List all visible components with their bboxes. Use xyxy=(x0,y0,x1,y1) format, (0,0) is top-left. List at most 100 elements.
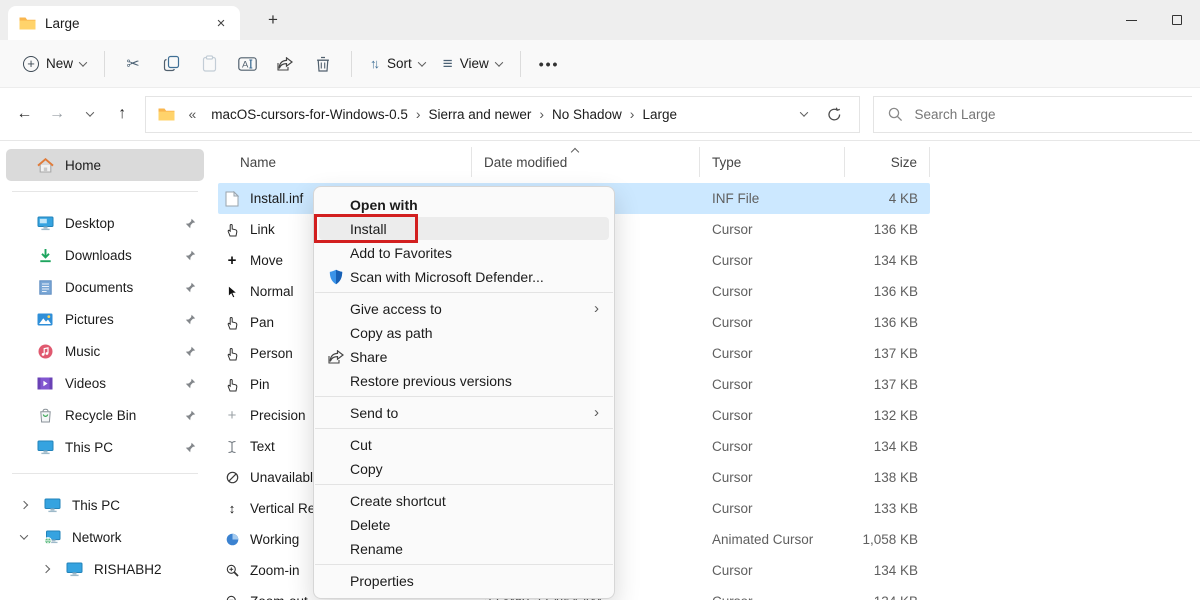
sidebar-item-downloads[interactable]: Downloads xyxy=(6,239,204,271)
refresh-icon[interactable] xyxy=(825,107,843,122)
hand-cursor-icon xyxy=(223,347,241,361)
cut-button[interactable]: ✂ xyxy=(114,48,152,80)
menu-item-restore-previous-versions[interactable]: Restore previous versions xyxy=(319,369,609,392)
minimize-button[interactable] xyxy=(1108,0,1154,40)
column-header-name[interactable]: Name xyxy=(218,147,472,177)
up-button[interactable]: ↑ xyxy=(106,98,139,131)
forward-button[interactable]: → xyxy=(41,98,74,131)
menu-item-label: Open with xyxy=(350,197,418,213)
file-name: Person xyxy=(250,346,293,361)
breadcrumb-item-large[interactable]: Large xyxy=(640,104,679,125)
search-box[interactable]: Search Large xyxy=(873,96,1192,133)
sidebar-item-home[interactable]: Home xyxy=(6,149,204,181)
sidebar-item-documents[interactable]: Documents xyxy=(6,271,204,303)
column-header-type[interactable]: Type xyxy=(700,147,845,177)
menu-item-properties[interactable]: Properties xyxy=(319,569,609,592)
sidebar-item-rishabh2[interactable]: RISHABH2 xyxy=(6,553,204,585)
see-more-button[interactable]: ••• xyxy=(530,50,569,78)
sidebar-item-videos[interactable]: Videos xyxy=(6,367,204,399)
file-type-cell: Cursor xyxy=(700,377,845,392)
zoom-out-cursor-icon xyxy=(223,595,241,600)
sidebar-item-desktop[interactable]: Desktop xyxy=(6,207,204,239)
file-type-cell: Cursor xyxy=(700,284,845,299)
sidebar-item-network[interactable]: Network xyxy=(6,521,204,553)
menu-item-delete[interactable]: Delete xyxy=(319,513,609,536)
breadcrumb-item-no-shadow[interactable]: No Shadow xyxy=(550,104,624,125)
menu-item-share[interactable]: Share xyxy=(319,345,609,368)
breadcrumb-item-macos-cursors-for-windows-0-5[interactable]: macOS-cursors-for-Windows-0.5 xyxy=(209,104,410,125)
working-cursor-icon xyxy=(223,533,241,546)
menu-item-give-access-to[interactable]: Give access to› xyxy=(319,297,609,320)
view-button-label: View xyxy=(460,56,489,71)
new-icon: + xyxy=(23,56,39,72)
zoom-in-cursor-icon xyxy=(223,564,241,577)
vertical-resize-cursor-icon: ↕ xyxy=(223,502,241,515)
menu-item-cut[interactable]: Cut xyxy=(319,433,609,456)
file-type-cell: Cursor xyxy=(700,315,845,330)
address-bar[interactable]: « macOS-cursors-for-Windows-0.5 ›Sierra a… xyxy=(145,96,861,133)
new-button[interactable]: + New xyxy=(14,50,95,78)
paste-button[interactable] xyxy=(190,48,228,80)
sidebar-item-label: Network xyxy=(72,530,122,545)
menu-item-rename[interactable]: Rename xyxy=(319,537,609,560)
recent-locations-button[interactable] xyxy=(73,98,106,131)
back-button[interactable]: ← xyxy=(8,98,41,131)
view-button[interactable]: ≡ View xyxy=(434,48,511,80)
chevron-right-icon[interactable] xyxy=(38,566,54,572)
more-icon: ••• xyxy=(539,56,560,72)
sort-button-label: Sort xyxy=(387,56,412,71)
sort-button[interactable]: ↑↓ Sort xyxy=(361,50,434,77)
pin-icon xyxy=(185,282,196,293)
sidebar-item-pictures[interactable]: Pictures xyxy=(6,303,204,335)
chevron-down-icon xyxy=(79,58,87,66)
file-type-cell: INF File xyxy=(700,191,845,206)
file-size-cell: 136 KB xyxy=(845,315,930,330)
sidebar-item-music[interactable]: Music xyxy=(6,335,204,367)
paste-icon xyxy=(199,54,219,74)
menu-item-add-to-favorites[interactable]: Add to Favorites xyxy=(319,241,609,264)
breadcrumb-item-sierra-and-newer[interactable]: Sierra and newer xyxy=(427,104,534,125)
file-name: Install.inf xyxy=(250,191,303,206)
new-tab-button[interactable]: + xyxy=(260,10,286,30)
sort-icon: ↑↓ xyxy=(370,56,380,71)
menu-item-install[interactable]: Install xyxy=(319,217,609,240)
file-type-cell: Cursor xyxy=(700,501,845,516)
rename-button[interactable]: A xyxy=(228,48,266,80)
share-button[interactable] xyxy=(266,48,304,80)
breadcrumb: macOS-cursors-for-Windows-0.5 ›Sierra and… xyxy=(209,104,679,125)
chevron-down-icon[interactable] xyxy=(16,534,32,540)
sidebar-item-this-pc[interactable]: This PC xyxy=(6,489,204,521)
column-header-size[interactable]: Size xyxy=(845,147,930,177)
menu-item-send-to[interactable]: Send to› xyxy=(319,401,609,424)
submenu-arrow-icon: › xyxy=(594,404,599,421)
sidebar-item-this-pc[interactable]: This PC xyxy=(6,431,204,463)
titlebar: Large × + xyxy=(0,0,1200,40)
file-name: Text xyxy=(250,439,275,454)
downloads-icon xyxy=(36,248,54,263)
breadcrumb-overflow[interactable]: « xyxy=(183,106,203,122)
menu-item-copy[interactable]: Copy xyxy=(319,457,609,480)
menu-item-open-with[interactable]: Open with xyxy=(319,193,609,216)
column-header-date-modified[interactable]: Date modified xyxy=(472,147,700,177)
music-icon xyxy=(36,344,54,359)
text-cursor-icon xyxy=(223,440,241,454)
chevron-down-icon[interactable] xyxy=(800,108,808,116)
menu-item-scan-with-microsoft-defender[interactable]: Scan with Microsoft Defender... xyxy=(319,265,609,288)
menu-item-label: Cut xyxy=(350,437,372,453)
home-icon xyxy=(36,158,54,173)
toolbar-divider xyxy=(520,51,521,77)
file-size-cell: 136 KB xyxy=(845,222,930,237)
sidebar-item-recycle-bin[interactable]: Recycle Bin xyxy=(6,399,204,431)
tab-close-icon[interactable]: × xyxy=(212,15,230,32)
cut-icon: ✂ xyxy=(123,54,143,74)
menu-item-create-shortcut[interactable]: Create shortcut xyxy=(319,489,609,512)
maximize-button[interactable] xyxy=(1154,0,1200,40)
copy-button[interactable] xyxy=(152,48,190,80)
folder-icon xyxy=(158,107,176,121)
menu-item-copy-as-path[interactable]: Copy as path xyxy=(319,321,609,344)
delete-button[interactable] xyxy=(304,48,342,80)
breadcrumb-separator: › xyxy=(533,106,550,122)
chevron-right-icon[interactable] xyxy=(16,502,32,508)
explorer-tab[interactable]: Large × xyxy=(8,6,240,40)
svg-text:A: A xyxy=(242,59,249,70)
